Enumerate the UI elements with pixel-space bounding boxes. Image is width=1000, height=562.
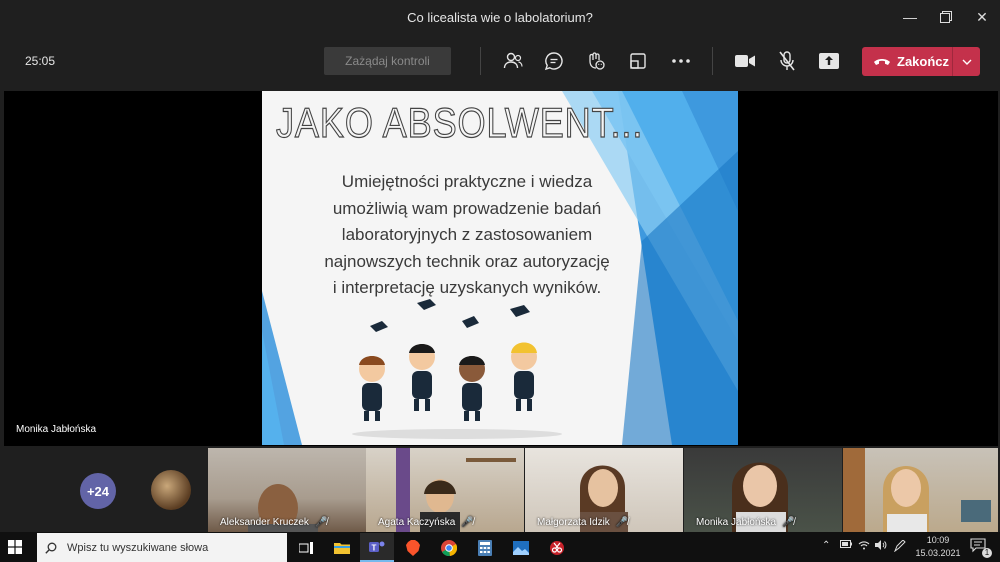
window-title: Co licealista wie o labolatorium? (407, 9, 593, 25)
breakout-rooms-icon[interactable] (625, 48, 651, 74)
taskbar-search-input[interactable]: Wpisz tu wyszukiwane słowa (37, 533, 287, 562)
minimize-icon[interactable]: — (892, 0, 928, 34)
avatar[interactable] (151, 470, 191, 510)
clock-time: 10:09 (926, 535, 950, 545)
end-call-button[interactable]: Zakończ (862, 47, 980, 76)
slide-body: Umiejętności praktyczne i wiedza umożliw… (282, 169, 652, 302)
slide-title: JAKO ABSOLWENT... (275, 98, 644, 146)
wifi-icon[interactable] (858, 540, 870, 553)
title-bar: Co licealista wie o labolatorium? — ✕ (0, 0, 1000, 34)
reactions-icon[interactable] (583, 48, 609, 74)
participant-tile[interactable]: Aleksander Kruczek 🎤̸ (208, 448, 366, 532)
search-icon (45, 542, 57, 554)
chrome-icon[interactable] (432, 533, 466, 562)
mic-muted-icon: 🎤̸ (461, 517, 474, 528)
toolbar-divider (480, 47, 481, 75)
calculator-icon[interactable] (468, 533, 502, 562)
pen-icon[interactable] (893, 539, 906, 555)
meeting-toolbar: 25:05 Zażądaj kontroli Zakończ (0, 34, 1000, 90)
participant-name: Małgorzata Idzik 🎤̸ (537, 517, 629, 528)
more-participants-button[interactable]: +24 (80, 473, 116, 509)
presenter-name: Monika Jabłońska (16, 424, 97, 435)
share-screen-icon[interactable] (816, 48, 842, 74)
notification-count-badge: 1 (982, 548, 992, 558)
toolbar-divider (712, 47, 713, 75)
slide-body-line: laboratoryjnych z zastosowaniem (341, 225, 593, 244)
presentation-slide: JAKO ABSOLWENT... Umiejętności praktyczn… (262, 91, 738, 445)
close-icon[interactable]: ✕ (964, 0, 1000, 34)
windows-start-icon[interactable] (8, 540, 22, 554)
more-actions-icon[interactable] (668, 48, 694, 74)
slide-body-line: Umiejętności praktyczne i wiedza (341, 172, 593, 191)
graduates-illustration (352, 299, 562, 439)
participant-tile[interactable]: Agata Kaczyńska 🎤̸ (366, 448, 524, 532)
participant-tile[interactable]: Monika Jabłońska 🎤̸ (684, 448, 842, 532)
chevron-up-icon[interactable]: ⌃ (822, 540, 830, 551)
participant-name: Monika Jabłońska 🎤̸ (696, 517, 795, 528)
mic-muted-icon[interactable] (774, 48, 800, 74)
participant-name: Agata Kaczyńska 🎤̸ (378, 517, 474, 528)
mic-muted-icon: 🎤̸ (782, 517, 795, 528)
clock-date: 15.03.2021 (915, 548, 961, 558)
camera-icon[interactable] (732, 48, 758, 74)
search-placeholder: Wpisz tu wyszukiwane słowa (67, 541, 209, 554)
participant-name: Aleksander Kruczek 🎤̸ (220, 517, 328, 528)
snip-tool-icon[interactable] (540, 533, 574, 562)
chat-icon[interactable] (541, 48, 567, 74)
request-control-button[interactable]: Zażądaj kontroli (324, 47, 451, 75)
phone-hangup-icon (874, 58, 890, 65)
brave-browser-icon[interactable] (396, 533, 430, 562)
meeting-timer: 25:05 (25, 54, 56, 68)
task-view-icon[interactable] (289, 533, 323, 562)
battery-icon[interactable] (840, 540, 852, 551)
participants-icon[interactable] (500, 48, 526, 74)
end-call-label: Zakończ (897, 54, 950, 69)
system-clock[interactable]: 10:09 15.03.2021 (914, 534, 962, 560)
chevron-down-icon[interactable] (952, 47, 980, 76)
slide-body-line: najnowszych technik oraz autoryzację (324, 251, 610, 271)
mic-muted-icon: 🎤̸ (615, 517, 629, 528)
svg-text:T: T (372, 543, 377, 552)
photos-app-icon[interactable] (504, 533, 538, 562)
mic-muted-icon: 🎤̸ (314, 517, 328, 528)
participant-tile[interactable] (843, 448, 998, 532)
restore-icon[interactable] (928, 0, 964, 34)
participant-video (843, 448, 991, 532)
slide-body-line: umożliwią wam prowadzenie badań (332, 198, 602, 218)
file-explorer-icon[interactable] (325, 533, 359, 562)
teams-app-icon[interactable]: T (360, 533, 394, 562)
volume-icon[interactable] (875, 540, 887, 553)
window-controls: — ✕ (892, 0, 1000, 34)
participant-tile[interactable]: Małgorzata Idzik 🎤̸ (525, 448, 683, 532)
